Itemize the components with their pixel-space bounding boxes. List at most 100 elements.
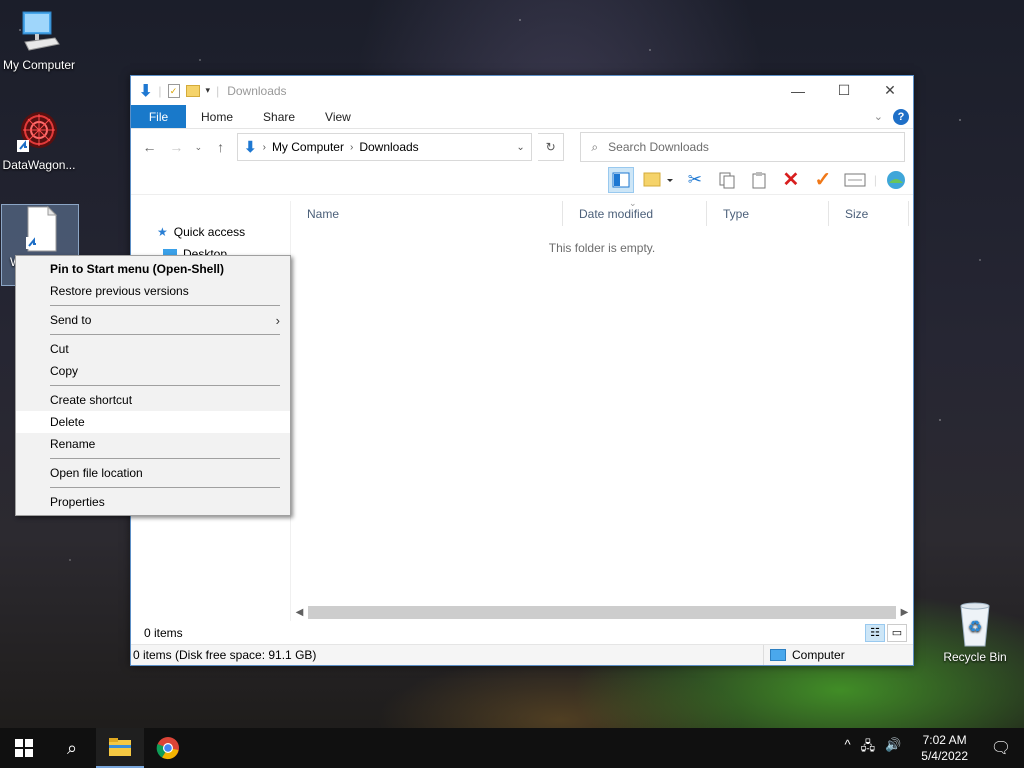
address-dropdown-icon[interactable]: ⌄ bbox=[516, 142, 524, 153]
downloads-folder-icon: ⬇ bbox=[244, 139, 257, 156]
submenu-arrow-icon: › bbox=[275, 312, 280, 328]
menu-item-delete[interactable]: Delete bbox=[16, 411, 290, 433]
start-button[interactable] bbox=[0, 728, 48, 768]
clock-time: 7:02 AM bbox=[922, 733, 967, 747]
sort-chevron-icon: ⌄ bbox=[629, 198, 637, 208]
paste-icon[interactable] bbox=[746, 167, 772, 193]
tab-home[interactable]: Home bbox=[186, 105, 248, 128]
classic-toolbar: ✂ ✕ ✓ | bbox=[131, 165, 913, 195]
taskbar-chrome[interactable] bbox=[144, 728, 192, 768]
horizontal-scrollbar[interactable]: ◀ ▶ bbox=[291, 604, 913, 621]
preview-pane-icon[interactable] bbox=[607, 166, 634, 193]
tab-share[interactable]: Share bbox=[248, 105, 310, 128]
recycle-bin-icon: ♻ bbox=[951, 600, 999, 648]
quick-access-toolbar: ⬇ | ✓ ▾ | bbox=[139, 82, 220, 100]
menu-item-pin-to-start[interactable]: Pin to Start menu (Open-Shell) bbox=[16, 258, 290, 280]
taskbar-search-button[interactable]: ⌕ bbox=[48, 728, 96, 768]
breadcrumb-separator-icon[interactable]: › bbox=[350, 142, 353, 153]
up-button[interactable]: ↑ bbox=[210, 136, 231, 158]
refresh-button[interactable]: ↻ bbox=[537, 133, 565, 161]
menu-separator bbox=[50, 458, 280, 459]
folder-icon bbox=[109, 738, 131, 756]
column-header-size[interactable]: Size bbox=[829, 201, 909, 226]
volume-icon[interactable]: 🔊 bbox=[885, 737, 901, 759]
network-globe-icon[interactable] bbox=[883, 167, 909, 193]
tab-view[interactable]: View bbox=[310, 105, 366, 128]
menu-separator bbox=[50, 334, 280, 335]
status-free-space: 0 items (Disk free space: 91.1 GB) bbox=[133, 648, 317, 662]
properties-icon[interactable]: ✓ bbox=[167, 83, 180, 98]
maximize-button[interactable]: ☐ bbox=[821, 76, 867, 105]
system-tray: ^ 🖧 🔊 7:02 AM 5/4/2022 🗨 bbox=[834, 728, 1024, 768]
breadcrumb-my-computer[interactable]: My Computer bbox=[272, 140, 344, 154]
file-list[interactable]: Name Date modified ⌄ Type Size This fold… bbox=[291, 198, 913, 621]
recent-locations-icon[interactable]: ⌄ bbox=[193, 136, 204, 158]
taskbar-file-explorer[interactable] bbox=[96, 728, 144, 768]
expand-ribbon-icon[interactable]: ⌄ bbox=[874, 110, 883, 123]
breadcrumb-separator-icon[interactable]: › bbox=[263, 142, 266, 153]
search-placeholder: Search Downloads bbox=[608, 140, 709, 154]
properties-toolbar-icon[interactable] bbox=[842, 167, 868, 193]
show-hidden-icons-chevron[interactable]: ^ bbox=[844, 737, 850, 759]
menu-item-restore-previous-versions[interactable]: Restore previous versions bbox=[16, 280, 290, 302]
menu-item-rename[interactable]: Rename bbox=[16, 433, 290, 455]
computer-icon bbox=[15, 8, 63, 56]
menu-item-open-file-location[interactable]: Open file location bbox=[16, 462, 290, 484]
star-icon: ★ bbox=[157, 225, 168, 239]
network-icon[interactable]: 🖧 bbox=[861, 737, 876, 759]
cut-icon[interactable]: ✂ bbox=[682, 167, 708, 193]
column-header-name[interactable]: Name bbox=[291, 201, 563, 226]
forward-button[interactable]: → bbox=[166, 136, 187, 158]
menu-separator bbox=[50, 385, 280, 386]
navigation-bar: ← → ⌄ ↑ ⬇ › My Computer › Downloads ⌄ ↻ … bbox=[131, 129, 913, 165]
scroll-right-icon[interactable]: ▶ bbox=[896, 607, 913, 618]
notifications-icon[interactable]: 🗨 bbox=[978, 738, 1024, 758]
menu-item-cut[interactable]: Cut bbox=[16, 338, 290, 360]
copy-icon[interactable] bbox=[714, 167, 740, 193]
desktop-icon-label: DataWagon... bbox=[2, 158, 76, 172]
large-icons-view-icon[interactable]: ▭ bbox=[887, 623, 907, 642]
nav-item-label: Quick access bbox=[173, 225, 246, 239]
title-bar[interactable]: ⬇ | ✓ ▾ | Downloads — ☐ ✕ bbox=[131, 76, 913, 105]
windows-logo-icon bbox=[15, 739, 33, 757]
details-view-icon[interactable]: ☷ bbox=[865, 623, 885, 642]
tab-file[interactable]: File bbox=[131, 105, 186, 128]
desktop-icon-label: Recycle Bin bbox=[943, 650, 1007, 664]
status-bar: 0 items (Disk free space: 91.1 GB) Compu… bbox=[131, 644, 913, 665]
window-title: Downloads bbox=[227, 83, 287, 98]
desktop-icon-datawagon[interactable]: DataWagon... bbox=[0, 108, 78, 172]
new-folder-icon[interactable] bbox=[185, 84, 200, 97]
svg-text:♻: ♻ bbox=[968, 619, 982, 636]
desktop-icon-recycle-bin[interactable]: ♻ Recycle Bin bbox=[936, 600, 1014, 664]
menu-item-label: Send to bbox=[50, 313, 92, 327]
scroll-left-icon[interactable]: ◀ bbox=[291, 607, 308, 618]
address-bar[interactable]: ⬇ › My Computer › Downloads ⌄ bbox=[237, 133, 532, 161]
checkmark-icon[interactable]: ✓ bbox=[810, 167, 836, 193]
customize-qa-icon[interactable]: ▾ bbox=[206, 85, 211, 96]
clock-date: 5/4/2022 bbox=[921, 749, 968, 763]
column-header-date-modified[interactable]: Date modified ⌄ bbox=[563, 198, 707, 226]
menu-item-properties[interactable]: Properties bbox=[16, 491, 290, 513]
empty-folder-message: This folder is empty. bbox=[548, 241, 656, 255]
back-button[interactable]: ← bbox=[139, 136, 160, 158]
view-options-icon[interactable] bbox=[640, 167, 676, 193]
close-button[interactable]: ✕ bbox=[867, 76, 913, 105]
breadcrumb-downloads[interactable]: Downloads bbox=[359, 140, 418, 154]
clock[interactable]: 7:02 AM 5/4/2022 bbox=[911, 732, 978, 764]
menu-item-send-to[interactable]: Send to › bbox=[16, 309, 290, 331]
nav-item-quick-access[interactable]: ★ Quick access bbox=[131, 221, 290, 243]
download-arrow-icon: ⬇ bbox=[139, 82, 153, 100]
scrollbar-thumb[interactable] bbox=[308, 606, 896, 619]
status-zone-label: Computer bbox=[792, 648, 845, 662]
help-icon[interactable]: ? bbox=[893, 108, 909, 125]
menu-item-copy[interactable]: Copy bbox=[16, 360, 290, 382]
menu-item-create-shortcut[interactable]: Create shortcut bbox=[16, 389, 290, 411]
desktop-icon-my-computer[interactable]: My Computer bbox=[0, 8, 78, 72]
desktop-icon-label: My Computer bbox=[2, 58, 76, 72]
delete-icon[interactable]: ✕ bbox=[778, 167, 804, 193]
item-count: 0 items bbox=[144, 625, 183, 640]
item-count-row: 0 items ☷ ▭ bbox=[131, 621, 913, 644]
minimize-button[interactable]: — bbox=[775, 76, 821, 105]
column-header-type[interactable]: Type bbox=[707, 201, 829, 226]
search-box[interactable]: ⌕ Search Downloads bbox=[580, 132, 906, 162]
